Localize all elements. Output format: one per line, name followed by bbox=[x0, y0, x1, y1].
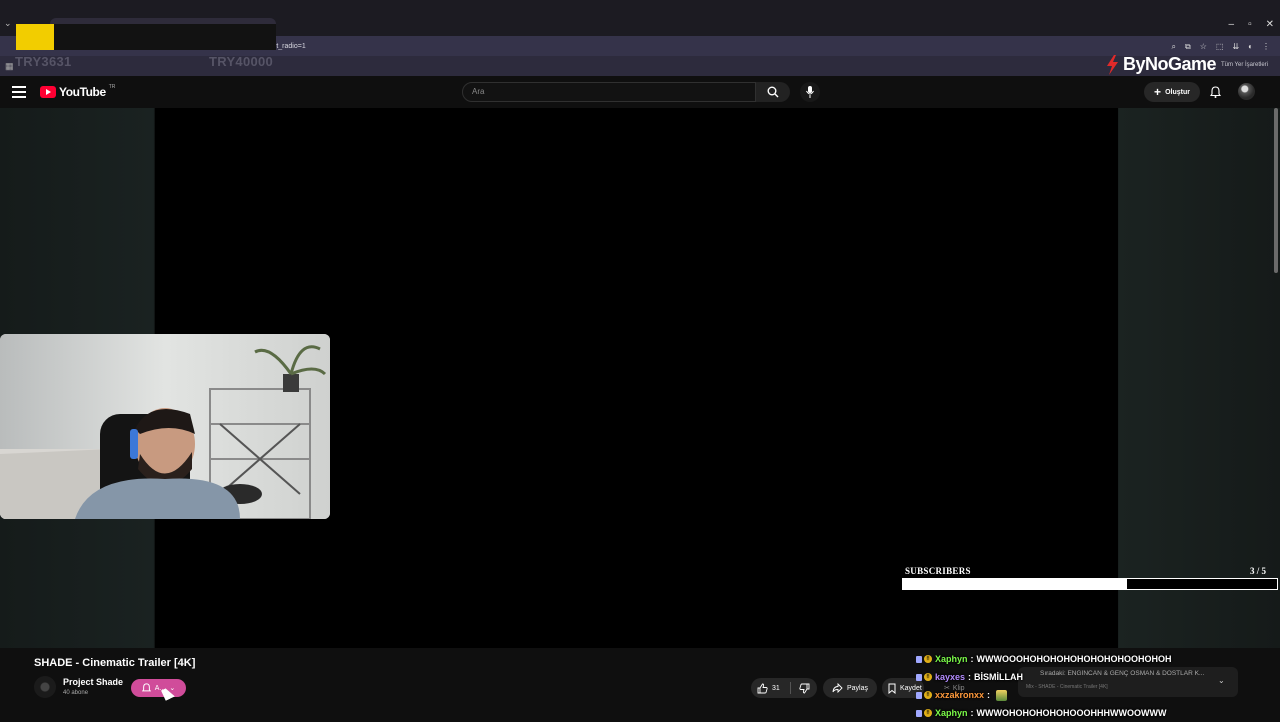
all-bookmarks-link[interactable]: Tüm Yer İşaretleri bbox=[1221, 62, 1268, 68]
chat-username: Xaphyn bbox=[935, 708, 968, 718]
menu-hamburger-icon[interactable] bbox=[12, 86, 26, 98]
chat-separator: : bbox=[987, 690, 991, 700]
verified-badge-icon: ! bbox=[924, 691, 932, 699]
overlay-black-block bbox=[54, 24, 276, 50]
account-avatar[interactable] bbox=[1238, 83, 1255, 100]
channel-subscriber-count: 40 abone bbox=[63, 690, 89, 696]
create-button[interactable]: + Oluştur bbox=[1144, 82, 1200, 102]
verified-badge-icon: ! bbox=[924, 655, 932, 663]
donation-goal-left: TRY3631 bbox=[15, 54, 72, 69]
install-icon[interactable]: ⧉ bbox=[1185, 42, 1191, 52]
profile-icon[interactable]: ◐ bbox=[1248, 42, 1253, 52]
downloads-icon[interactable]: ⇊ bbox=[1232, 42, 1239, 52]
window-controls: – ▫ ✕ bbox=[1229, 19, 1275, 30]
channel-name[interactable]: Project Shade bbox=[63, 677, 123, 687]
tab-list-icon[interactable]: ⌄ bbox=[4, 18, 12, 29]
chat-message: ! xxzakronxx : bbox=[916, 686, 1276, 704]
chat-username: Xaphyn bbox=[935, 654, 968, 664]
url-text[interactable]: rt_radio=1 bbox=[274, 43, 306, 50]
chat-separator: : bbox=[970, 654, 974, 664]
extensions-icon[interactable]: ⬚ bbox=[1216, 42, 1224, 52]
notifications-button[interactable] bbox=[1206, 83, 1224, 101]
share-label: Paylaş bbox=[846, 684, 868, 692]
apps-icon[interactable]: ▦ bbox=[5, 61, 14, 72]
youtube-logo-text: YouTube bbox=[59, 85, 106, 99]
microphone-icon bbox=[806, 86, 814, 98]
bynogame-text: ByNoGame bbox=[1123, 54, 1217, 74]
voice-search-button[interactable] bbox=[800, 82, 820, 102]
webcam-image bbox=[0, 334, 330, 519]
chat-emote-icon bbox=[996, 689, 1008, 701]
subscribers-goal-count: 3 / 5 bbox=[1250, 566, 1267, 576]
page-scrollbar[interactable] bbox=[1274, 108, 1278, 273]
subscriber-badge-icon bbox=[916, 709, 922, 717]
chat-message: ! Xaphyn : WWWOHOHOHOHOHOOOHHHWWOOWWW bbox=[916, 704, 1276, 722]
channel-avatar[interactable] bbox=[34, 676, 56, 698]
like-dislike-group: 31 bbox=[751, 678, 817, 698]
chat-text: WWWOHOHOHOHOHOOOHHHWWOOWWW bbox=[976, 708, 1167, 718]
share-icon bbox=[832, 683, 843, 693]
chat-username: xxzakronxx bbox=[935, 690, 985, 700]
chat-separator: : bbox=[970, 708, 974, 718]
chat-separator: : bbox=[968, 672, 972, 682]
verified-badge-icon: ! bbox=[924, 673, 932, 681]
star-icon[interactable]: ☆ bbox=[1200, 42, 1207, 52]
search-button[interactable] bbox=[756, 82, 790, 102]
subscriber-badge-icon bbox=[916, 655, 922, 663]
subscribed-button[interactable]: A... ⌄ bbox=[131, 679, 186, 697]
thumbs-up-icon bbox=[757, 683, 768, 693]
verified-badge-icon: ! bbox=[924, 709, 932, 717]
subscriber-badge-icon bbox=[916, 691, 922, 699]
minimize-icon[interactable]: – bbox=[1229, 19, 1235, 30]
dislike-button[interactable] bbox=[791, 683, 817, 694]
like-button[interactable]: 31 bbox=[751, 683, 790, 694]
bell-icon bbox=[1209, 86, 1221, 98]
chat-overlay: ! Xaphyn : WWWOOOHOHOHOHOHOHOHOHOOHOHOH … bbox=[916, 650, 1276, 722]
zoom-icon[interactable]: ⌕ bbox=[1172, 42, 1176, 52]
bookmark-icon bbox=[888, 683, 896, 694]
subscriber-badge-icon bbox=[916, 673, 922, 681]
search-input[interactable] bbox=[470, 86, 744, 97]
youtube-country-code: TR bbox=[108, 84, 116, 90]
subscribers-goal-fill bbox=[903, 579, 1128, 589]
video-title: SHADE - Cinematic Trailer [4K] bbox=[34, 657, 196, 669]
search-icon bbox=[767, 86, 779, 98]
chat-username: kayxes bbox=[935, 672, 966, 682]
share-button[interactable]: Paylaş bbox=[823, 678, 877, 698]
chat-message: ! Xaphyn : WWWOOOHOHOHOHOHOHOHOHOOHOHOH bbox=[916, 650, 1276, 668]
thumbs-down-icon bbox=[798, 683, 810, 693]
donation-goal-right: TRY40000 bbox=[209, 54, 274, 69]
webcam-overlay bbox=[0, 334, 330, 519]
address-bar-icons: ⌕ ⧉ ☆ ⬚ ⇊ ◐ ⋮ bbox=[1172, 42, 1270, 52]
youtube-logo[interactable]: YouTube TR bbox=[40, 84, 116, 99]
chat-text: BİSMİLLAH bbox=[974, 672, 1024, 682]
close-icon[interactable]: ✕ bbox=[1266, 19, 1274, 30]
bynogame-mark-icon bbox=[1104, 54, 1120, 75]
chat-text: WWWOOOHOHOHOHOHOHOHOHOOHOHOH bbox=[976, 654, 1172, 664]
maximize-icon[interactable]: ▫ bbox=[1248, 19, 1252, 30]
youtube-play-icon bbox=[40, 86, 56, 98]
subscribers-goal-label: SUBSCRIBERS bbox=[905, 566, 971, 576]
plus-icon: + bbox=[1154, 85, 1162, 99]
like-count: 31 bbox=[772, 684, 780, 692]
bookmarks-bar bbox=[0, 56, 1280, 76]
chat-message: ! kayxes : BİSMİLLAH bbox=[916, 668, 1276, 686]
overlay-yellow-block bbox=[16, 24, 54, 50]
bynogame-logo: ByNoGame bbox=[1104, 54, 1217, 75]
bell-icon bbox=[141, 683, 151, 692]
menu-icon[interactable]: ⋮ bbox=[1262, 42, 1270, 52]
subscribers-goal-bar bbox=[902, 578, 1278, 590]
create-label: Oluştur bbox=[1165, 88, 1190, 96]
